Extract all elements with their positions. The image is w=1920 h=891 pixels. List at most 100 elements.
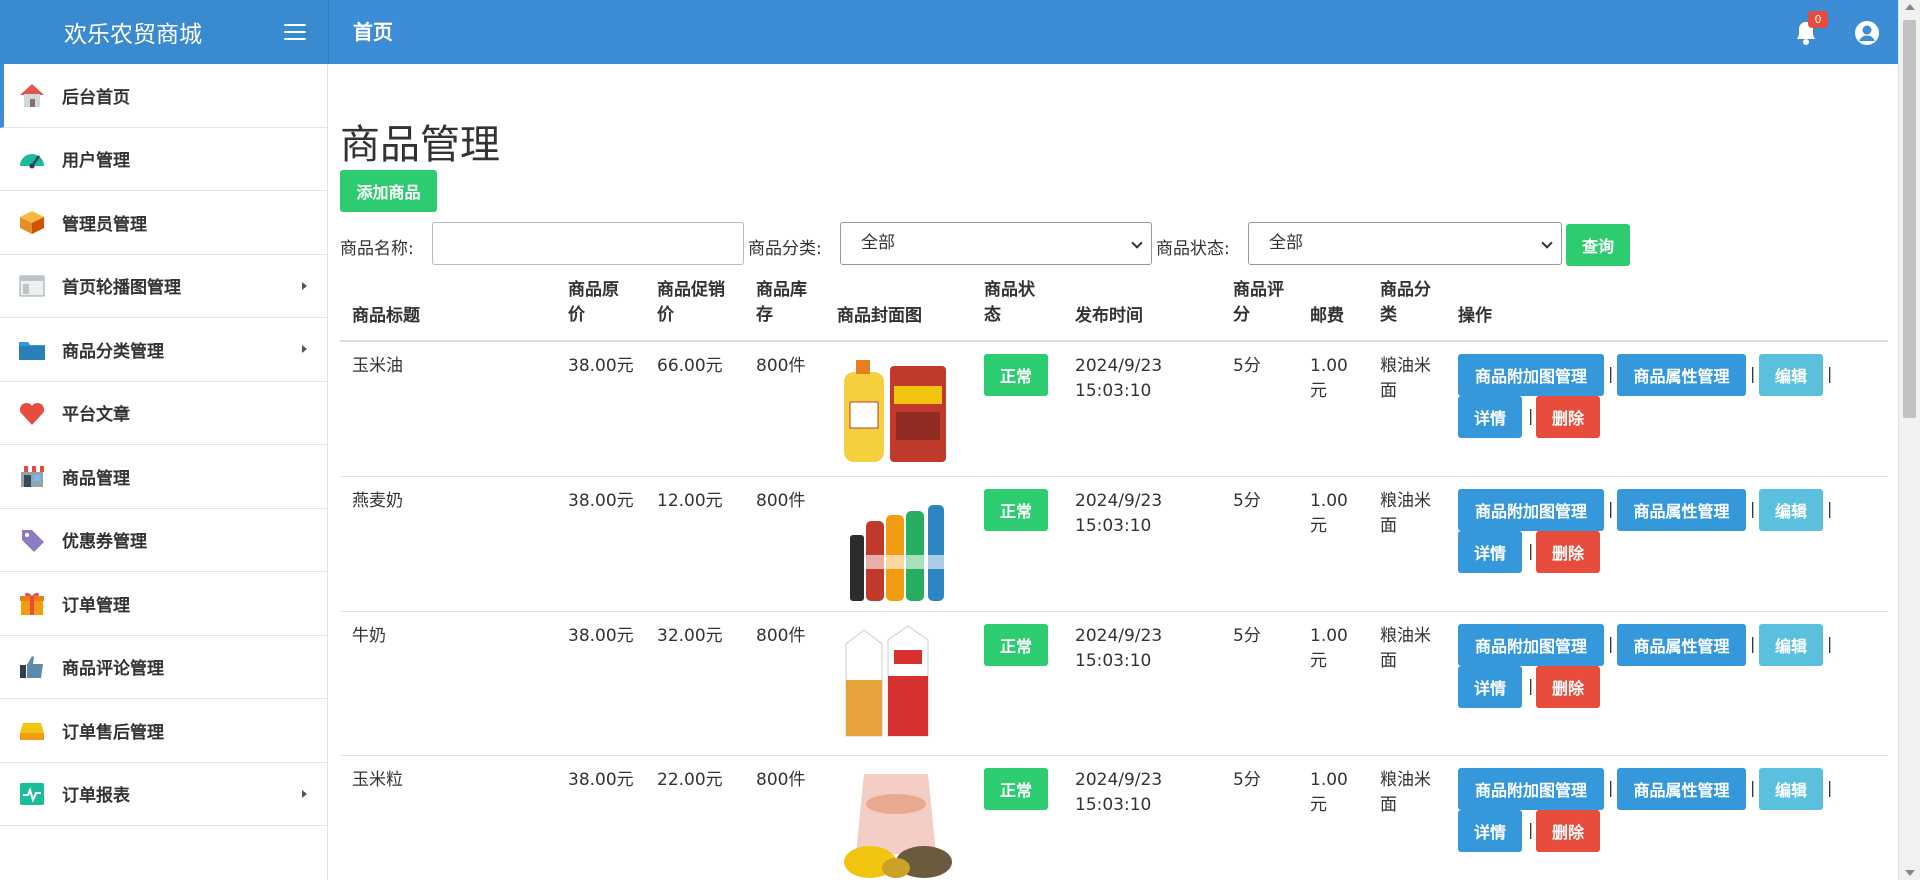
house-icon [16,79,48,111]
sidebar-item-label: 首页轮播图管理 [62,278,181,299]
edit-button[interactable]: 编辑 [1759,489,1823,531]
breadcrumb-home[interactable]: 首页 [329,0,393,64]
sidebar-item-orders[interactable]: 订单管理 [0,572,327,636]
attributes-button[interactable]: 商品属性管理 [1617,768,1746,810]
th-cover: 商品封面图 [837,306,922,326]
sidebar-item-label: 后台首页 [62,87,130,108]
edit-button[interactable]: 编辑 [1759,624,1823,666]
delete-button[interactable]: 删除 [1536,666,1600,708]
edit-button[interactable]: 编辑 [1759,354,1823,396]
attributes-button[interactable]: 商品属性管理 [1617,624,1746,666]
table-row: 牛奶 38.00元 32.00元 800件 正常 2024/9/23 15:03:… [340,612,1888,756]
product-cover-image [850,505,944,601]
separator: | [1608,778,1614,797]
detail-button[interactable]: 详情 [1458,531,1522,573]
thumbs-up-icon [16,651,48,683]
sidebar-item-articles[interactable]: 平台文章 [0,382,327,445]
cell-rating: 5分 [1233,770,1261,790]
cell-publish-time: 2024/9/23 15:03:10 [1075,491,1163,536]
page-scrollbar[interactable] [1898,0,1920,880]
shop-icon [16,460,48,492]
scroll-down-icon[interactable] [1905,870,1915,876]
extra-images-button[interactable]: 商品附加图管理 [1458,768,1604,810]
sidebar-item-products[interactable]: 商品管理 [0,445,327,509]
detail-button[interactable]: 详情 [1458,666,1522,708]
cell-promo-price: 66.00元 [657,356,723,376]
folder-icon [16,333,48,365]
scroll-up-icon[interactable] [1905,4,1915,10]
detail-button[interactable]: 详情 [1458,396,1522,438]
chevron-right-icon [302,281,307,290]
chevron-down-icon [1131,237,1143,249]
cell-stock: 800件 [756,491,806,511]
status-select-value: 全部 [1269,233,1303,253]
separator: | [1827,778,1833,797]
product-name-input[interactable] [432,222,744,265]
extra-images-button[interactable]: 商品附加图管理 [1458,354,1604,396]
separator: | [1827,634,1833,653]
category-select[interactable]: 全部 [840,222,1152,265]
sidebar-item-label: 订单报表 [62,786,130,807]
extra-images-button[interactable]: 商品附加图管理 [1458,489,1604,531]
delete-button[interactable]: 删除 [1536,531,1600,573]
th-orig-price: 商品原价 [568,280,619,325]
sidebar-item-carousel[interactable]: 首页轮播图管理 [0,255,327,318]
sidebar-item-label: 商品分类管理 [62,341,164,362]
sidebar-item-label: 商品管理 [62,468,130,489]
sidebar-item-label: 管理员管理 [62,214,147,235]
query-button[interactable]: 查询 [1566,224,1630,266]
scroll-thumb[interactable] [1903,20,1916,418]
separator: | [1608,499,1614,518]
separator: | [1750,634,1756,653]
status-label: 商品状态: [1156,239,1230,259]
edit-button[interactable]: 编辑 [1759,768,1823,810]
sidebar-item-reports[interactable]: 订单报表 [0,763,327,826]
status-badge[interactable]: 正常 [984,354,1048,396]
attributes-button[interactable]: 商品属性管理 [1617,354,1746,396]
th-postage: 邮费 [1310,306,1344,326]
separator: | [1750,499,1756,518]
sidebar-item-users[interactable]: 用户管理 [0,128,327,191]
product-name-label: 商品名称: [340,239,414,259]
sidebar-item-admins[interactable]: 管理员管理 [0,191,327,255]
cell-publish-time: 2024/9/23 15:03:10 [1075,770,1163,815]
cell-orig-price: 38.00元 [568,626,634,646]
sidebar-item-label: 商品评论管理 [62,659,164,680]
menu-toggle-icon[interactable] [284,24,306,40]
cell-rating: 5分 [1233,626,1261,646]
cell-rating: 5分 [1233,491,1261,511]
cell-orig-price: 38.00元 [568,356,634,376]
extra-images-button[interactable]: 商品附加图管理 [1458,624,1604,666]
user-account-icon[interactable] [1854,20,1880,46]
table-header: 商品标题 商品原价 商品促销价 商品库存 商品封面图 商品状态 发布时间 商品评… [340,276,1888,342]
chevron-right-icon [302,345,307,353]
sidebar-item-label: 用户管理 [62,151,130,172]
detail-button[interactable]: 详情 [1458,810,1522,852]
add-product-button[interactable]: 添加商品 [340,170,437,212]
main-content: 商品管理 添加商品 商品名称: 商品分类: 全部 商品状态: 全部 查询 商品标… [340,64,1888,880]
products-table: 商品标题 商品原价 商品促销价 商品库存 商品封面图 商品状态 发布时间 商品评… [340,276,1888,891]
status-badge[interactable]: 正常 [984,489,1048,531]
sidebar-item-dashboard[interactable]: 后台首页 [0,64,327,128]
sidebar-item-coupons[interactable]: 优惠券管理 [0,509,327,572]
product-cover-image [844,360,946,462]
sidebar-item-categories[interactable]: 商品分类管理 [0,318,327,382]
chevron-right-icon [302,789,307,798]
cell-stock: 800件 [756,770,806,790]
delete-button[interactable]: 删除 [1536,810,1600,852]
cell-postage: 1.00 元 [1310,356,1348,401]
cell-postage: 1.00 元 [1310,626,1348,671]
delete-button[interactable]: 删除 [1536,396,1600,438]
status-badge[interactable]: 正常 [984,624,1048,666]
table-row: 玉米粒 38.00元 22.00元 800件 正常 2024/9/23 15:03… [340,756,1888,891]
separator: | [1827,364,1833,383]
th-promo-price: 商品促销价 [657,280,725,325]
cell-publish-time: 2024/9/23 15:03:10 [1075,356,1163,401]
brand: 欢乐农贸商城 [0,0,328,64]
status-badge[interactable]: 正常 [984,768,1048,810]
sidebar-item-after-sales[interactable]: 订单售后管理 [0,699,327,763]
sidebar-item-reviews[interactable]: 商品评论管理 [0,636,327,699]
th-actions: 操作 [1458,306,1492,326]
status-select[interactable]: 全部 [1248,222,1562,265]
attributes-button[interactable]: 商品属性管理 [1617,489,1746,531]
